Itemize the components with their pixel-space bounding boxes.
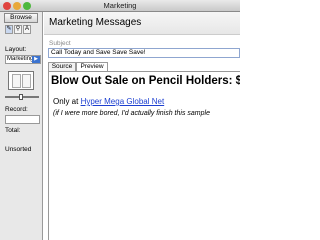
- record-book-icon[interactable]: [8, 71, 34, 90]
- status-area: Browse ✎ ⚲ A Layout: Marketing ▶ Record:…: [0, 12, 43, 240]
- preview-pane: Blow Out Sale on Pencil Holders: $ Only …: [48, 71, 240, 240]
- record-label: Record:: [5, 106, 28, 113]
- find-tool-icon[interactable]: ⚲: [14, 25, 22, 34]
- preview-only-at-line: Only at Hyper Mega Global Net: [53, 97, 164, 106]
- preview-link[interactable]: Hyper Mega Global Net: [81, 97, 165, 106]
- header-band: Marketing Messages: [44, 12, 240, 35]
- layout-tool-icon[interactable]: A: [23, 25, 31, 34]
- preview-note: (if I were more bored, I'd actually fini…: [53, 110, 210, 117]
- record-slider[interactable]: [5, 94, 39, 100]
- mode-tools: ✎ ⚲ A: [5, 25, 38, 34]
- layout-label: Layout:: [5, 46, 27, 53]
- only-at-text: Only at: [53, 97, 81, 106]
- sort-status: Unsorted: [5, 146, 32, 153]
- layout-dropdown[interactable]: Marketing ▶: [5, 55, 41, 64]
- page-title: Marketing Messages: [49, 17, 142, 28]
- window-title: Marketing: [103, 1, 137, 10]
- preview-headline: Blow Out Sale on Pencil Holders: $: [51, 75, 240, 87]
- dropdown-arrow-icon: ▶: [32, 56, 40, 63]
- book-left-page: [12, 74, 21, 88]
- subject-field[interactable]: Call Today and Save Save Save!: [48, 48, 240, 58]
- subject-label: Subject: [49, 40, 71, 47]
- total-label: Total:: [5, 127, 21, 134]
- slider-thumb[interactable]: [19, 94, 23, 100]
- book-right-page: [22, 74, 31, 88]
- mode-tab-browse[interactable]: Browse: [4, 13, 38, 23]
- browse-tool-icon[interactable]: ✎: [5, 25, 13, 34]
- layout-content: Marketing Messages Subject Call Today an…: [44, 12, 240, 240]
- layout-dropdown-value: Marketing: [7, 56, 34, 62]
- window-titlebar: Marketing: [0, 0, 240, 12]
- record-number-input[interactable]: [5, 115, 40, 124]
